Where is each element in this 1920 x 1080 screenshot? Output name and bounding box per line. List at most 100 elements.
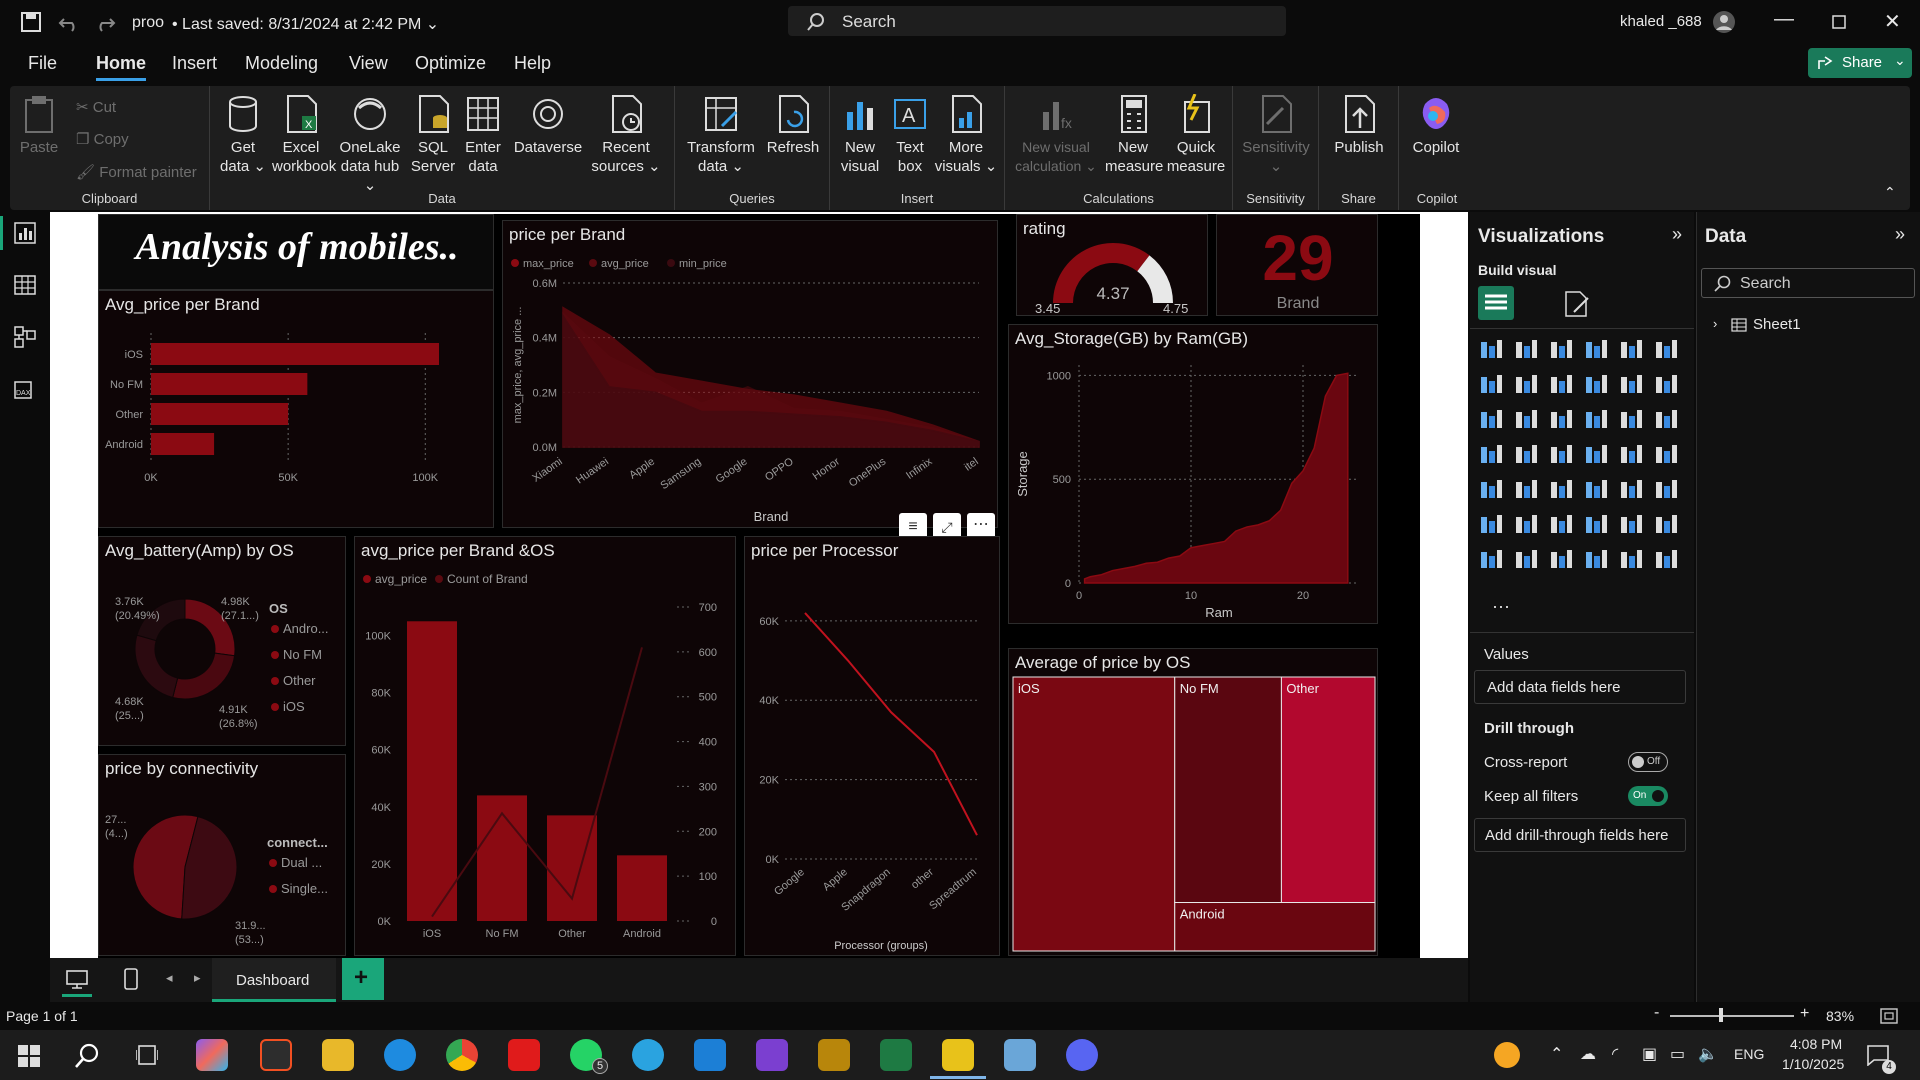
chrome-icon[interactable] <box>446 1039 478 1071</box>
price-per-brand-card[interactable]: price per Brand max_price avg_price min_pr… <box>502 220 998 541</box>
cut-button[interactable]: ✂ Cut <box>76 98 116 116</box>
diamond-visual-icon[interactable] <box>1618 548 1644 570</box>
get-data-button[interactable]: Get data ⌄ <box>220 94 266 176</box>
add-page-button[interactable]: + <box>342 958 384 1000</box>
user-name[interactable]: khaled _688 <box>1620 13 1702 30</box>
enter-data-button[interactable]: Enter data <box>460 94 506 176</box>
saved-status[interactable]: • Last saved: 8/31/2024 at 2:42 PM ⌄ <box>172 14 439 34</box>
stacked-column-chart-icon[interactable] <box>1513 338 1539 360</box>
price-per-processor-card[interactable]: price per Processor 0K 20K 40K 60K Google App… <box>744 536 1000 956</box>
brand-count-card[interactable]: 29 Brand <box>1216 214 1378 316</box>
model-view-icon[interactable] <box>14 326 36 348</box>
zoom-slider-track[interactable] <box>1670 1015 1794 1017</box>
menu-home[interactable]: Home <box>96 53 146 74</box>
decomposition-tree-icon[interactable] <box>1548 513 1574 535</box>
stacked-area-chart-icon[interactable] <box>1548 373 1574 395</box>
more-visuals-button[interactable]: More visuals ⌄ <box>934 94 998 176</box>
menu-modeling[interactable]: Modeling <box>245 53 318 74</box>
quick-measure-button[interactable]: Quick measure <box>1165 94 1227 176</box>
stacked-bar-chart-icon[interactable] <box>1478 338 1504 360</box>
copy-button[interactable]: ❐ Copy <box>76 130 129 148</box>
maximize-icon[interactable] <box>1832 15 1846 29</box>
desktop-layout-icon[interactable] <box>66 970 88 990</box>
search-box[interactable]: Search <box>788 6 1286 36</box>
multi-row-card-icon[interactable] <box>1478 478 1504 500</box>
line-chart-icon[interactable] <box>1478 373 1504 395</box>
ribbon-chart-icon[interactable] <box>1478 408 1504 430</box>
matrix-icon[interactable] <box>1618 478 1644 500</box>
build-visual-tab[interactable] <box>1478 286 1514 320</box>
dax-query-view-icon[interactable]: DAX <box>13 378 37 402</box>
mobile-layout-icon[interactable] <box>124 968 138 990</box>
r-visual-icon[interactable] <box>1653 478 1679 500</box>
card-icon[interactable] <box>1653 443 1679 465</box>
area-chart-icon[interactable] <box>1513 373 1539 395</box>
page-tab-dashboard[interactable]: Dashboard <box>212 958 336 1002</box>
zoom-slider-thumb[interactable] <box>1719 1008 1724 1022</box>
avg-battery-by-os-card[interactable]: Avg_battery(Amp) by OS 4.98K (27.1...) 4.9… <box>98 536 346 746</box>
format-painter-button[interactable]: 🖌 Format painter <box>76 163 197 181</box>
weather-icon[interactable] <box>1494 1042 1520 1068</box>
pie-chart-icon[interactable] <box>1618 408 1644 430</box>
collapse-pane-icon[interactable]: » <box>1672 224 1682 245</box>
close-icon[interactable]: ✕ <box>1884 9 1901 34</box>
app-icon[interactable] <box>818 1039 850 1071</box>
search-icon[interactable] <box>74 1043 100 1069</box>
more-visuals-ellipsis-icon[interactable]: ··· <box>1492 596 1510 617</box>
smart-narrative-icon[interactable] <box>1618 513 1644 535</box>
table-sheet1[interactable]: Sheet1 <box>1753 316 1801 333</box>
scatter-chart-icon[interactable] <box>1583 408 1609 430</box>
transform-data-button[interactable]: Transform data ⌄ <box>685 94 757 176</box>
cross-report-toggle[interactable]: Off <box>1628 752 1668 772</box>
power-automate-icon[interactable] <box>1548 548 1574 570</box>
new-measure-button[interactable]: New measure <box>1105 94 1163 176</box>
gauge-icon[interactable] <box>1618 443 1644 465</box>
new-visual-button[interactable]: New visual <box>836 94 884 176</box>
100-bar-chart-icon[interactable] <box>1618 338 1644 360</box>
telegram-icon[interactable] <box>632 1039 664 1071</box>
menu-view[interactable]: View <box>349 53 388 74</box>
add-drill-through-field-well[interactable]: Add drill-through fields here <box>1474 818 1686 852</box>
minimize-icon[interactable]: — <box>1774 8 1794 31</box>
python-visual-icon[interactable] <box>1478 513 1504 535</box>
paginated-report-icon[interactable] <box>1478 548 1504 570</box>
visual-studio-icon[interactable] <box>756 1039 788 1071</box>
avg-storage-by-ram-card[interactable]: Avg_Storage(GB) by Ram(GB) 0 500 1000 0 10 20… <box>1008 324 1378 624</box>
menu-file[interactable]: File <box>28 53 57 74</box>
chevrons-visual-icon[interactable] <box>1653 548 1679 570</box>
qa-icon[interactable] <box>1583 513 1609 535</box>
treemap-icon[interactable] <box>1478 443 1504 465</box>
publish-button[interactable]: Publish <box>1327 94 1391 157</box>
file-name[interactable]: proo <box>132 14 164 32</box>
kpi-icon[interactable] <box>1513 478 1539 500</box>
device-icon[interactable]: ▣ <box>1642 1044 1657 1064</box>
zoom-in-icon[interactable]: + <box>1800 1005 1809 1023</box>
clock-time[interactable]: 4:08 PM <box>1790 1036 1842 1052</box>
refresh-button[interactable]: Refresh <box>763 94 823 157</box>
next-page-icon[interactable]: ▸ <box>194 970 201 986</box>
prev-page-icon[interactable]: ◂ <box>166 970 173 986</box>
line-column-chart-icon[interactable] <box>1618 373 1644 395</box>
map-icon[interactable] <box>1513 443 1539 465</box>
power-bi-icon[interactable] <box>942 1039 974 1071</box>
sql-server-button[interactable]: SQL Server <box>410 94 456 176</box>
windows-start-icon[interactable] <box>18 1045 40 1067</box>
undo-icon[interactable] <box>58 11 80 33</box>
funnel-chart-icon[interactable] <box>1548 408 1574 430</box>
rating-gauge-card[interactable]: rating 3.45 4.37 4.75 <box>1016 214 1208 316</box>
collapse-data-pane-icon[interactable]: » <box>1895 224 1905 245</box>
store-icon[interactable] <box>260 1039 292 1071</box>
copilot-button[interactable]: Copilot <box>1403 94 1469 157</box>
filled-map-icon[interactable] <box>1548 443 1574 465</box>
average-price-by-os-card[interactable]: Average of price by OS iOS No FM Other Andr… <box>1008 648 1378 956</box>
battery-icon[interactable]: ▭ <box>1670 1044 1685 1064</box>
avatar-icon[interactable] <box>1712 10 1736 34</box>
clustered-bar-chart-icon[interactable] <box>1548 338 1574 360</box>
copilot-taskbar-icon[interactable] <box>196 1039 228 1071</box>
menu-insert[interactable]: Insert <box>172 53 217 74</box>
clock-date[interactable]: 1/10/2025 <box>1782 1056 1844 1072</box>
report-header-card[interactable]: Analysis of mobiles.. <box>98 214 494 290</box>
waterfall-chart-icon[interactable] <box>1513 408 1539 430</box>
metrics-icon[interactable] <box>1653 513 1679 535</box>
volume-icon[interactable]: 🔈 <box>1698 1044 1718 1064</box>
